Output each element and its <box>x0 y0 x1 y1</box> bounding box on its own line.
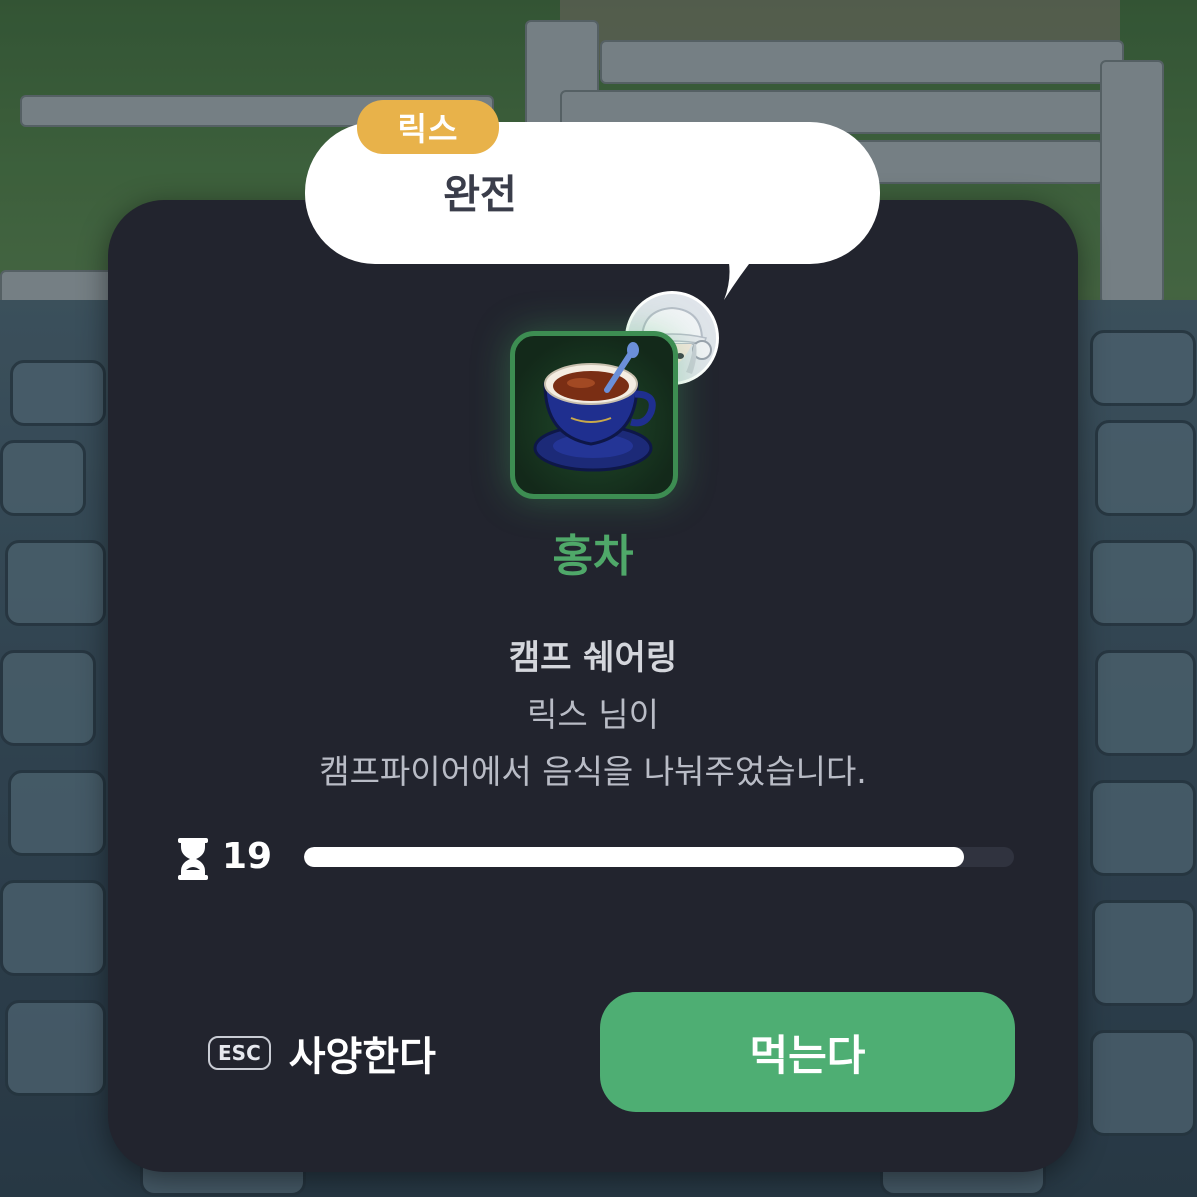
item-name: 홍차 <box>552 531 634 582</box>
item-icon-frame <box>510 331 678 499</box>
message-title: 캠프 쉐어링 <box>508 638 678 678</box>
timer-countdown: 19 <box>222 836 273 877</box>
black-tea-cup-icon <box>533 342 656 472</box>
message-line-1: 릭스 님이 <box>527 695 659 734</box>
decline-label: 사양한다 <box>288 1034 436 1080</box>
hourglass-icon <box>178 838 208 880</box>
eat-button[interactable]: 먹는다 <box>600 992 1015 1112</box>
decline-button[interactable]: ESC 사양한다 <box>208 1010 498 1096</box>
esc-key-hint: ESC <box>208 1036 271 1070</box>
timer-progress-fill <box>304 847 965 867</box>
speech-text: 완전 <box>443 172 517 218</box>
message-line-2: 캠프파이어에서 음식을 나눠주었습니다. <box>319 752 867 791</box>
speaker-name-tag: 릭스 <box>357 100 499 154</box>
speech-bubble-tail <box>724 250 760 300</box>
timer-progress-bar <box>304 847 1014 867</box>
